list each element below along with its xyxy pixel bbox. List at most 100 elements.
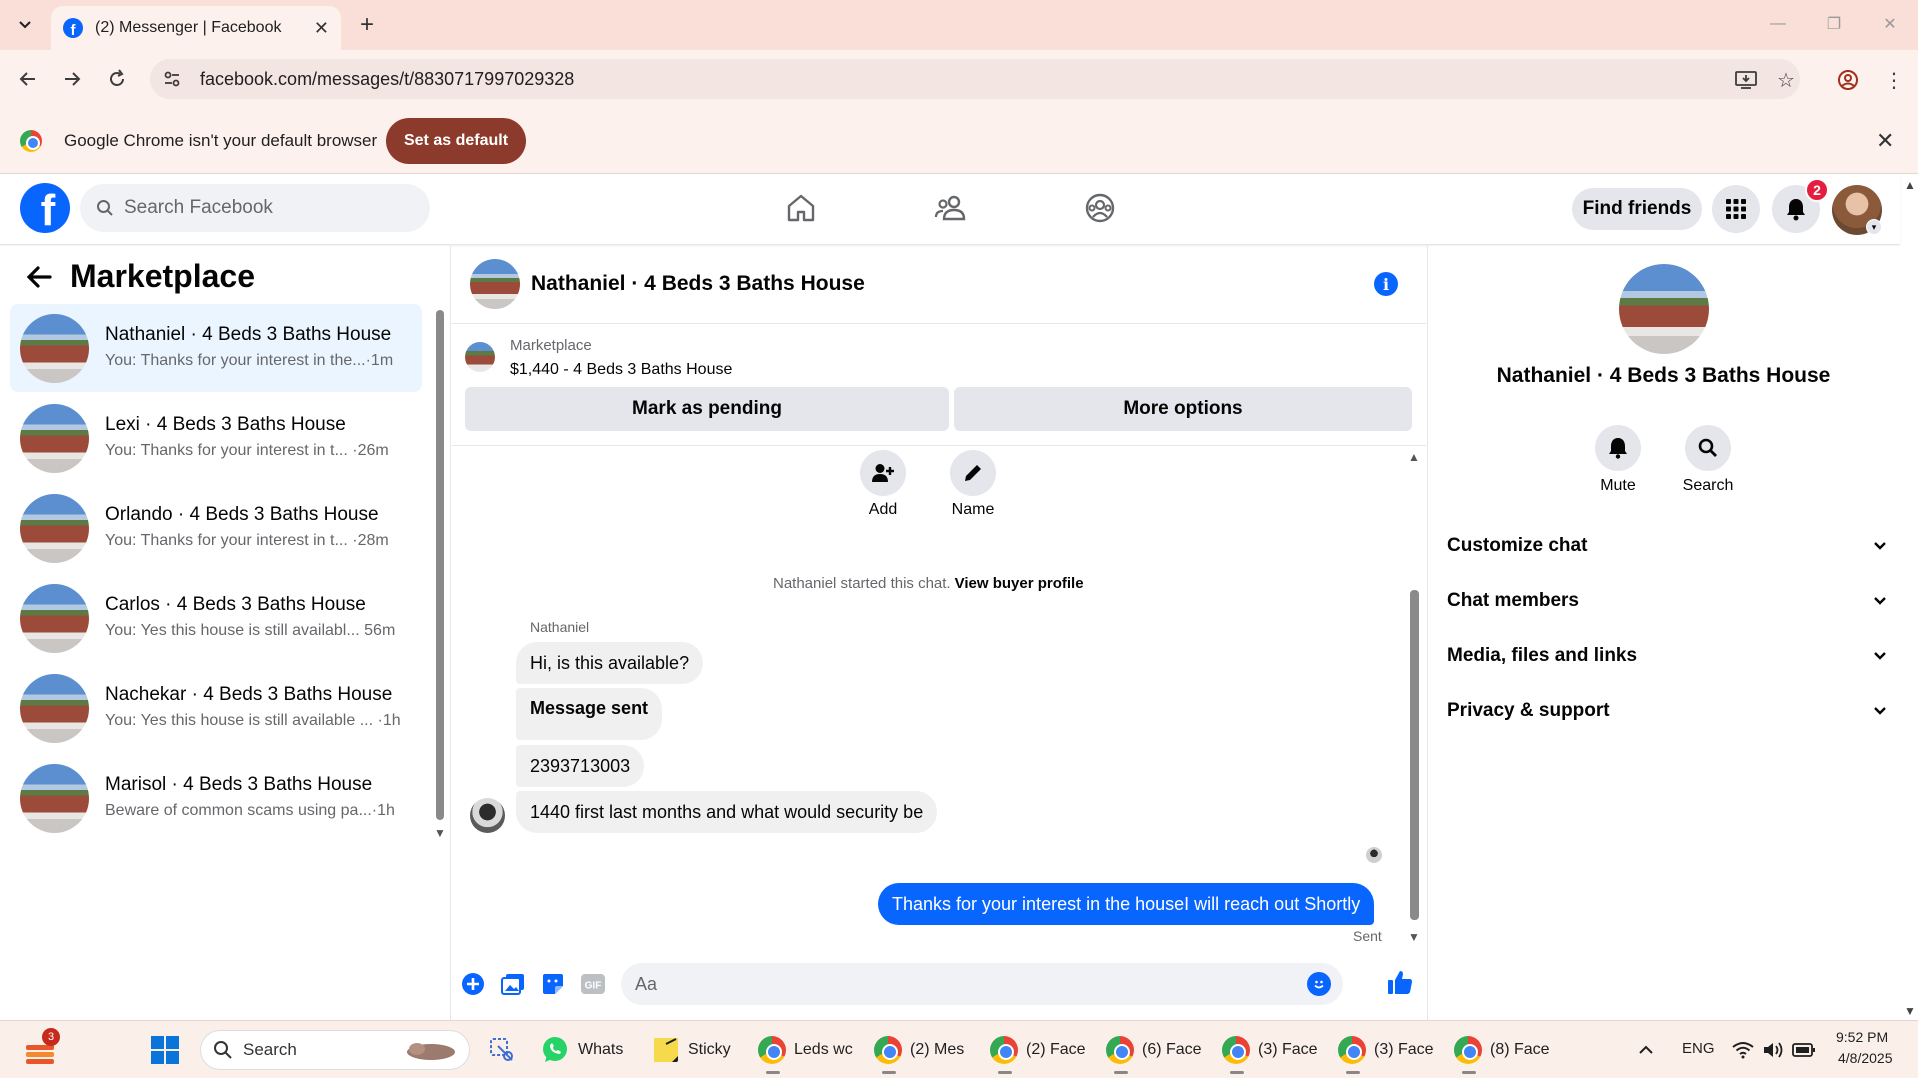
set-as-default-button[interactable]: Set as default bbox=[386, 118, 526, 164]
chevron-down-icon bbox=[1874, 542, 1886, 550]
listing-thumbnail bbox=[20, 494, 89, 563]
chrome-profile-icon[interactable] bbox=[1834, 66, 1862, 94]
bell-icon bbox=[1787, 199, 1805, 221]
taskbar-app-chrome-2[interactable]: (2) Mes bbox=[874, 1030, 965, 1074]
view-buyer-profile-link[interactable]: View buyer profile bbox=[955, 575, 1084, 592]
info-icon[interactable]: i bbox=[1374, 272, 1398, 296]
media-files-links-row[interactable]: Media, files and links bbox=[1447, 636, 1887, 676]
taskbar-app-label: (2) Mes bbox=[910, 1041, 965, 1058]
chat-scrollbar[interactable] bbox=[1410, 590, 1419, 920]
chrome-icon bbox=[758, 1036, 786, 1064]
conversation-name: Orlando · 4 Beds 3 Baths House bbox=[105, 504, 379, 525]
taskbar-app-chrome-4[interactable]: (6) Face bbox=[1106, 1030, 1202, 1074]
more-actions-plus-icon[interactable] bbox=[460, 971, 486, 997]
clock-time[interactable]: 9:52 PM bbox=[1836, 1029, 1888, 1045]
chat-title[interactable]: Nathaniel · 4 Beds 3 Baths House bbox=[531, 272, 865, 296]
outgoing-message[interactable]: Thanks for your interest in the houseI w… bbox=[878, 883, 1375, 925]
conversation-item-orlando[interactable]: Orlando · 4 Beds 3 Baths House You: Than… bbox=[10, 484, 422, 572]
chat-scroll-up-arrow[interactable]: ▲ bbox=[1408, 450, 1420, 464]
chat-avatar[interactable] bbox=[470, 259, 520, 309]
infobar-close-icon[interactable]: ✕ bbox=[1876, 128, 1894, 154]
thumbs-up-icon[interactable] bbox=[1384, 966, 1416, 998]
taskbar-app-chrome-5[interactable]: (3) Face bbox=[1222, 1030, 1318, 1074]
customize-chat-row[interactable]: Customize chat bbox=[1447, 526, 1887, 566]
taskbar-app-chrome-3[interactable]: (2) Face bbox=[990, 1030, 1086, 1074]
site-info-icon[interactable] bbox=[162, 69, 182, 89]
edit-name-button[interactable] bbox=[950, 450, 996, 496]
taskbar-app-whatsapp[interactable]: Whats bbox=[540, 1030, 623, 1070]
attach-photo-icon[interactable] bbox=[500, 971, 526, 997]
restore-window-button[interactable]: ❐ bbox=[1814, 8, 1854, 40]
conversation-item-nathaniel[interactable]: Nathaniel · 4 Beds 3 Baths House You: Th… bbox=[10, 304, 422, 392]
back-button[interactable] bbox=[12, 63, 44, 95]
chrome-menu-icon[interactable]: ⋮ bbox=[1880, 66, 1908, 94]
forward-button[interactable] bbox=[56, 63, 88, 95]
bookmark-star-icon[interactable]: ☆ bbox=[1772, 66, 1800, 94]
browser-tab-active[interactable]: f (2) Messenger | Facebook ✕ bbox=[51, 6, 341, 50]
conversation-avatar-large[interactable] bbox=[1619, 264, 1709, 354]
mute-button[interactable] bbox=[1595, 425, 1641, 471]
new-tab-button[interactable]: + bbox=[352, 10, 382, 40]
tab-search-button[interactable] bbox=[9, 10, 41, 40]
mark-as-pending-button[interactable]: Mark as pending bbox=[465, 387, 949, 431]
listing-thumbnail[interactable] bbox=[465, 342, 495, 372]
chat-members-row[interactable]: Chat members bbox=[1447, 581, 1887, 621]
address-bar[interactable]: facebook.com/messages/t/8830717997029328 bbox=[150, 59, 1800, 99]
close-window-button[interactable]: ✕ bbox=[1870, 8, 1910, 40]
taskbar-app-chrome-7[interactable]: (8) Face bbox=[1454, 1030, 1550, 1074]
reload-button[interactable] bbox=[101, 63, 133, 95]
conversation-preview: Beware of common scams using pa...·1h bbox=[105, 802, 395, 819]
page-scroll-up-arrow[interactable]: ▲ bbox=[1904, 178, 1916, 192]
incoming-message[interactable]: 1440 first last months and what would se… bbox=[516, 791, 938, 833]
install-app-icon[interactable] bbox=[1732, 66, 1760, 94]
incoming-message[interactable]: Message sent bbox=[516, 688, 663, 740]
message-input[interactable]: Aa bbox=[621, 963, 1343, 1005]
emoji-icon[interactable] bbox=[1307, 972, 1331, 996]
find-friends-button[interactable]: Find friends bbox=[1572, 188, 1702, 230]
back-arrow-icon[interactable] bbox=[26, 263, 52, 297]
sidebar-scrollbar[interactable] bbox=[436, 310, 444, 820]
running-indicator bbox=[1230, 1071, 1244, 1074]
conversation-item-lexi[interactable]: Lexi · 4 Beds 3 Baths House You: Thanks … bbox=[10, 394, 422, 482]
incoming-message[interactable]: 2393713003 bbox=[516, 745, 645, 787]
clock-date[interactable]: 4/8/2025 bbox=[1838, 1050, 1893, 1066]
taskbar-app-chrome-6[interactable]: (3) Face bbox=[1338, 1030, 1434, 1074]
snipping-tool-button[interactable] bbox=[488, 1030, 516, 1070]
groups-nav-icon[interactable] bbox=[1083, 191, 1117, 225]
input-language-indicator[interactable]: ENG bbox=[1682, 1040, 1715, 1057]
home-nav-icon[interactable] bbox=[784, 191, 818, 225]
gif-icon[interactable]: GIF bbox=[580, 971, 606, 997]
taskbar-app-chrome-1[interactable]: Leds wc bbox=[758, 1030, 853, 1074]
battery-icon[interactable] bbox=[1792, 1030, 1816, 1070]
tab-close-icon[interactable]: ✕ bbox=[314, 18, 329, 39]
chat-scroll-down-arrow[interactable]: ▼ bbox=[1408, 930, 1420, 944]
sender-avatar[interactable] bbox=[470, 798, 505, 833]
show-hidden-icons-button[interactable] bbox=[1638, 1030, 1654, 1070]
sticker-icon[interactable] bbox=[540, 971, 566, 997]
conversation-item-carlos[interactable]: Carlos · 4 Beds 3 Baths House You: Yes t… bbox=[10, 574, 422, 662]
facebook-logo-icon[interactable]: f bbox=[20, 183, 70, 233]
add-person-button[interactable] bbox=[860, 450, 906, 496]
menu-grid-button[interactable] bbox=[1712, 185, 1760, 233]
taskbar-app-label: (8) Face bbox=[1490, 1041, 1550, 1058]
conversation-item-marisol[interactable]: Marisol · 4 Beds 3 Baths House Beware of… bbox=[10, 754, 422, 842]
search-placeholder: Search Facebook bbox=[124, 197, 273, 218]
start-button[interactable] bbox=[150, 1030, 180, 1070]
minimize-window-button[interactable]: — bbox=[1758, 8, 1798, 40]
sidebar-scroll-down-arrow[interactable]: ▼ bbox=[434, 826, 446, 840]
friends-nav-icon[interactable] bbox=[934, 191, 968, 225]
incoming-message[interactable]: Hi, is this available? bbox=[516, 642, 704, 684]
wifi-icon[interactable] bbox=[1732, 1030, 1754, 1070]
search-conversation-button[interactable] bbox=[1685, 425, 1731, 471]
conversation-item-nachekar[interactable]: Nachekar · 4 Beds 3 Baths House You: Yes… bbox=[10, 664, 422, 752]
section-label: Customize chat bbox=[1447, 535, 1588, 556]
more-options-button[interactable]: More options bbox=[954, 387, 1412, 431]
taskbar-search[interactable]: Search bbox=[200, 1030, 470, 1070]
volume-icon[interactable] bbox=[1762, 1030, 1784, 1070]
listing-price-title[interactable]: $1,440 - 4 Beds 3 Baths House bbox=[510, 361, 732, 379]
taskbar-app-sticky-notes[interactable]: Sticky bbox=[652, 1030, 731, 1070]
privacy-support-row[interactable]: Privacy & support bbox=[1447, 691, 1887, 731]
account-chevron-down-icon[interactable]: ▾ bbox=[1866, 219, 1882, 235]
facebook-search-input[interactable]: Search Facebook bbox=[80, 184, 430, 232]
page-scroll-down-arrow[interactable]: ▼ bbox=[1904, 1004, 1916, 1018]
